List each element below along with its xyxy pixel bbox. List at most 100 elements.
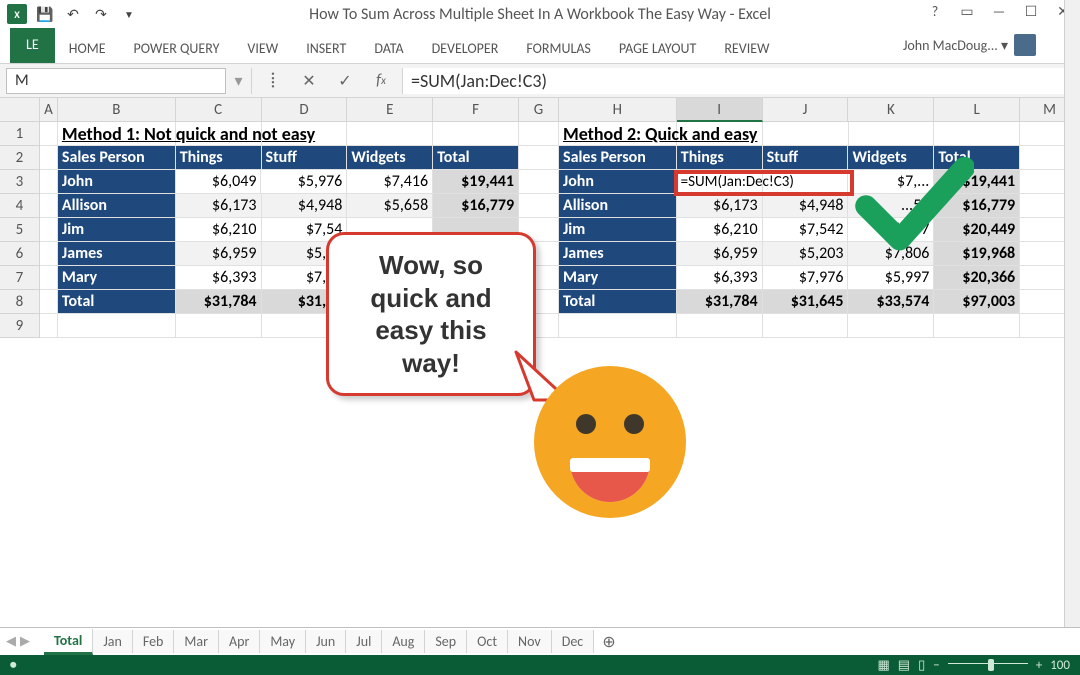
col-header[interactable]: C: [176, 98, 262, 122]
sheet-tab-total[interactable]: Total: [44, 629, 93, 655]
sheet-nav[interactable]: ◀▶: [6, 634, 30, 649]
view-break-icon[interactable]: ▯: [918, 658, 925, 673]
sheet-tab[interactable]: Jan: [93, 630, 133, 653]
col-header[interactable]: D: [262, 98, 348, 122]
cell: $5,203: [763, 242, 849, 266]
cell: $33,574: [848, 290, 934, 314]
sheet-tab[interactable]: Nov: [508, 630, 552, 653]
minimize-button[interactable]: —: [984, 0, 1014, 22]
sheet-tab[interactable]: Dec: [552, 630, 595, 653]
cell: $7,416: [347, 170, 433, 194]
cell: $5,997: [848, 266, 934, 290]
tab-formulas[interactable]: FORMULAS: [512, 32, 605, 63]
zoom-out-icon[interactable]: −: [933, 658, 939, 673]
user-account[interactable]: John MacDoug... ▾: [903, 34, 1036, 56]
col-header[interactable]: H: [559, 98, 677, 122]
sheet-tab[interactable]: Mar: [174, 630, 219, 653]
col-header[interactable]: E: [347, 98, 433, 122]
cell: $97,003: [934, 290, 1020, 314]
cell: [433, 242, 519, 266]
file-tab[interactable]: LE: [10, 28, 55, 63]
cell: [347, 290, 433, 314]
col-header[interactable]: A: [40, 98, 58, 122]
cancel-formula-icon[interactable]: ✕: [294, 68, 324, 94]
new-sheet-button[interactable]: ⊕: [594, 629, 623, 655]
cell: $19,441: [934, 170, 1020, 194]
title-bar: X 💾 ↶ ↷ ▼ How To Sum Across Multiple She…: [0, 0, 1080, 28]
tab-insert[interactable]: INSERT: [292, 32, 360, 63]
sheet-tab[interactable]: Oct: [467, 630, 508, 653]
row-header[interactable]: 9: [0, 314, 40, 338]
tab-view[interactable]: VIEW: [233, 32, 292, 63]
sheet-tab[interactable]: Jun: [306, 630, 346, 653]
rowlabel: John: [58, 170, 176, 194]
cell: $5,20: [262, 242, 348, 266]
tab-pagelayout[interactable]: PAGE LAYOUT: [605, 32, 710, 63]
ribbon-options-button[interactable]: ▭: [952, 0, 982, 22]
view-normal-icon[interactable]: ▦: [878, 658, 890, 673]
sheet-tab[interactable]: Apr: [219, 630, 260, 653]
rowlabel: Jim: [559, 218, 677, 242]
sheet-tab[interactable]: Aug: [382, 630, 425, 653]
help-button[interactable]: ?: [920, 0, 950, 22]
cell: $20,449: [934, 218, 1020, 242]
cell: [347, 266, 433, 290]
sheet-tab[interactable]: Sep: [425, 630, 467, 653]
col-header[interactable]: G: [519, 98, 559, 122]
row-header[interactable]: 1: [0, 122, 40, 146]
col-header[interactable]: B: [58, 98, 176, 122]
tab-powerquery[interactable]: POWER QUERY: [120, 32, 234, 63]
cell: $6,959: [176, 242, 262, 266]
zoom-level[interactable]: 100: [1050, 658, 1070, 673]
view-layout-icon[interactable]: ▤: [898, 658, 910, 673]
sheet-tab[interactable]: Feb: [133, 630, 175, 653]
cell: $7,...: [848, 170, 934, 194]
rowlabel: Mary: [559, 266, 677, 290]
sheet-tab[interactable]: Jul: [346, 630, 382, 653]
row-header[interactable]: 8: [0, 290, 40, 314]
cell-editing[interactable]: =SUM(Jan:Dec!C3): [677, 170, 763, 194]
name-box[interactable]: M: [6, 68, 226, 94]
rowlabel: Mary: [58, 266, 176, 290]
select-all-corner[interactable]: [0, 98, 40, 122]
row-header[interactable]: 6: [0, 242, 40, 266]
col-header[interactable]: L: [934, 98, 1020, 122]
macro-record-icon[interactable]: ⏺: [10, 658, 17, 673]
formula-insert-icon[interactable]: ⁞: [258, 68, 288, 94]
col-header[interactable]: F: [433, 98, 519, 122]
tab-home[interactable]: HOME: [55, 32, 120, 63]
vertical-scrollbar[interactable]: [1064, 0, 1080, 627]
table-header: Sales Person: [58, 146, 176, 170]
spreadsheet-grid[interactable]: 1 Method 1: Not quick and not easy Metho…: [0, 122, 1080, 648]
row-header[interactable]: 3: [0, 170, 40, 194]
table-header: Stuff: [763, 146, 849, 170]
zoom-in-icon[interactable]: +: [1036, 658, 1042, 673]
enter-formula-icon[interactable]: ✓: [330, 68, 360, 94]
tab-developer[interactable]: DEVELOPER: [418, 32, 513, 63]
redo-icon[interactable]: ↷: [88, 2, 114, 26]
cell: $31,645: [763, 290, 849, 314]
sheet-tab[interactable]: May: [260, 630, 306, 653]
fx-icon[interactable]: fx: [366, 68, 396, 94]
col-header[interactable]: J: [763, 98, 849, 122]
cell: $4,948: [763, 194, 849, 218]
maximize-button[interactable]: ☐: [1016, 0, 1046, 22]
cell: $31,784: [677, 290, 763, 314]
row-header[interactable]: 7: [0, 266, 40, 290]
cell: $7,976: [763, 266, 849, 290]
tab-data[interactable]: DATA: [360, 32, 417, 63]
row-header[interactable]: 4: [0, 194, 40, 218]
formula-input[interactable]: =SUM(Jan:Dec!C3): [402, 68, 1074, 94]
qat-dropdown-icon[interactable]: ▼: [116, 2, 142, 26]
save-icon[interactable]: 💾: [32, 2, 58, 26]
tab-review[interactable]: REVIEW: [710, 32, 783, 63]
undo-icon[interactable]: ↶: [60, 2, 86, 26]
name-box-dropdown-icon[interactable]: ▾: [232, 68, 252, 94]
excel-logo[interactable]: X: [4, 2, 30, 26]
row-header[interactable]: 2: [0, 146, 40, 170]
row-header[interactable]: 5: [0, 218, 40, 242]
col-header[interactable]: K: [848, 98, 934, 122]
cell: $19,441: [433, 170, 519, 194]
col-header[interactable]: I: [677, 98, 763, 122]
zoom-slider[interactable]: [948, 663, 1028, 667]
